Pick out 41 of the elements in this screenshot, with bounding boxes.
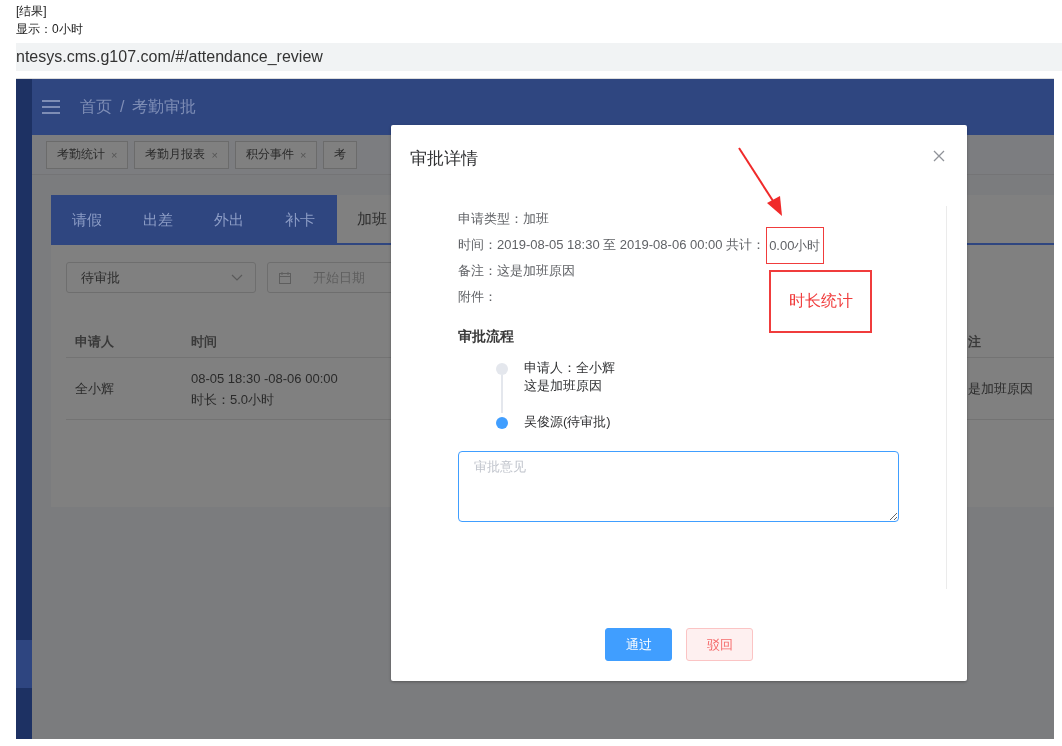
table-cell-text: 是加班原因 (968, 380, 1033, 398)
dialog-title: 审批详情 (410, 148, 478, 170)
timeline-text: 申请人：全小辉 (524, 359, 615, 377)
tab[interactable]: 出差 (122, 195, 193, 245)
approve-button[interactable]: 通过 (605, 628, 672, 661)
annotation-label: 时长统计 (769, 270, 872, 333)
tag-close[interactable]: × (111, 148, 118, 161)
section-title: 审批流程 (458, 327, 514, 346)
status-dropdown[interactable]: 待审批 (66, 262, 256, 293)
page-tag[interactable]: 积分事件 × (234, 140, 318, 169)
table-cell-text: 全小辉 (75, 380, 114, 398)
close-icon[interactable] (933, 149, 945, 162)
note-text: [结果] (16, 3, 47, 20)
timeline-text: 吴俊源(待审批) (524, 413, 611, 431)
calendar-icon (279, 272, 291, 284)
timeline-text: 这是加班原因 (524, 377, 602, 395)
note-text: 显示：0小时 (16, 21, 83, 38)
chevron-down-icon (231, 273, 243, 282)
tab[interactable]: 补卡 (264, 195, 335, 245)
table-cell-text: 时长：5.0小时 (191, 390, 275, 409)
tag-close[interactable]: × (211, 148, 218, 161)
menu-icon[interactable] (42, 100, 60, 114)
breadcrumb-link[interactable]: 考勤审批 (132, 96, 197, 118)
page-tag[interactable]: 考勤月报表 × (134, 140, 229, 169)
duration-value: 0.00小时 (766, 226, 825, 264)
column-header: 申请人 (66, 327, 182, 358)
page-tag[interactable]: 考勤统计 × (46, 140, 129, 169)
tab[interactable]: 请假 (51, 195, 122, 245)
comment-field[interactable]: 审批意见 (458, 451, 899, 522)
detail-text: 时间：2019-08-05 18:30 至 2019-08-06 00:00 共计： (458, 236, 766, 254)
table-cell-text: 08-05 18:30 -08-06 00:00 (191, 369, 338, 388)
tab[interactable]: 外出 (193, 195, 264, 245)
address-bar[interactable]: ntesys.cms.g107.com/#/attendance_review (16, 43, 1062, 71)
breadcrumb-link[interactable]: 首页 (80, 96, 112, 118)
tag-close[interactable]: × (299, 148, 307, 161)
breadcrumb-separator: / (120, 98, 125, 116)
reject-button[interactable]: 驳回 (686, 628, 753, 661)
detail-text: 附件： (458, 288, 497, 306)
detail-text: 申请类型：加班 (458, 210, 549, 228)
page-tag[interactable]: 考 (323, 140, 358, 169)
detail-text: 备注：这是加班原因 (458, 262, 575, 280)
